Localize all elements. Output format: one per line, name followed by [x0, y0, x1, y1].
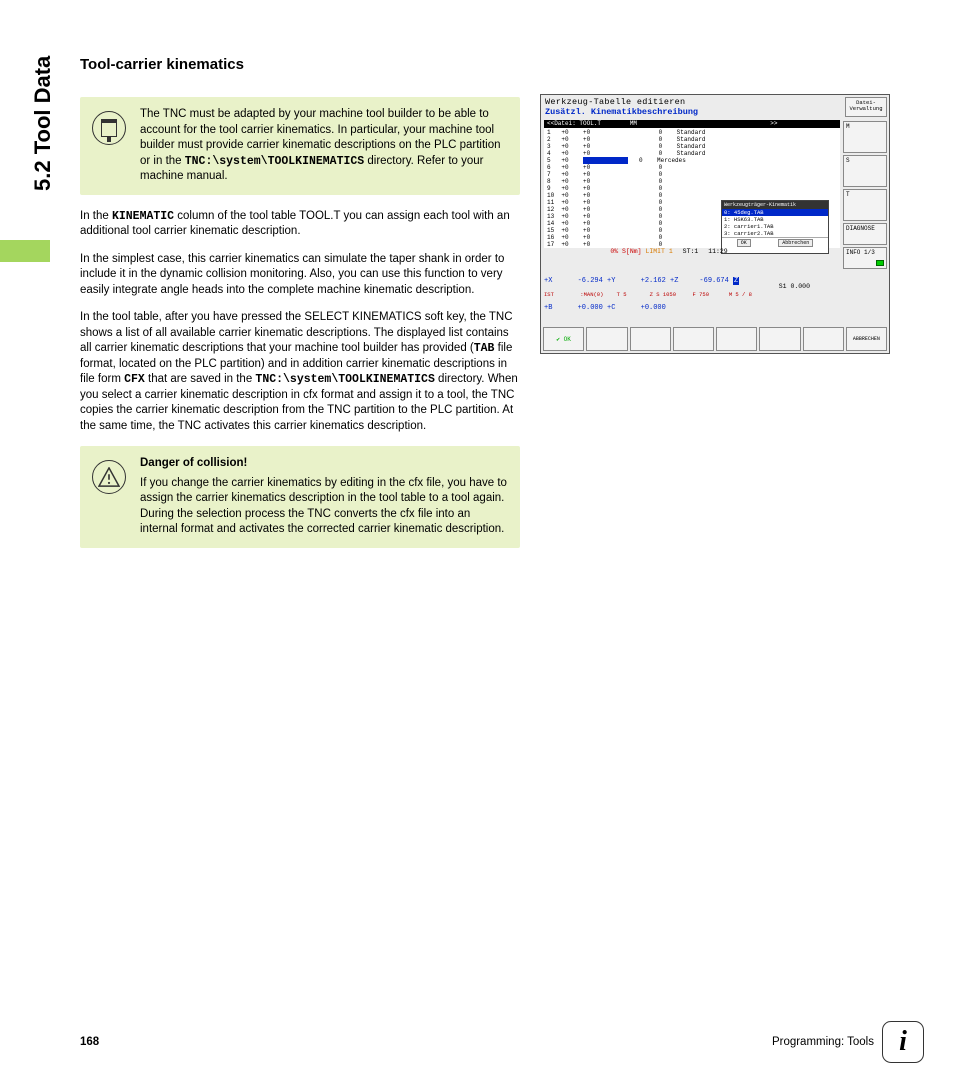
para-select-kinematics: In the tool table, after you have presse… — [80, 310, 520, 434]
side-accent — [0, 240, 50, 262]
side-button-m[interactable]: M — [843, 121, 887, 153]
scr-status-line: ________________ 0% S[Nm] LIMIT 1 ST:1 1… — [544, 248, 840, 255]
page-number: 168 — [80, 1036, 99, 1048]
softkey-empty-5[interactable] — [759, 327, 800, 351]
softkey-empty-4[interactable] — [716, 327, 757, 351]
para3-code1: TAB — [474, 342, 495, 355]
para3-code2: CFX — [124, 373, 145, 386]
main-content: Tool-carrier kinematics The TNC must be … — [80, 56, 520, 562]
table-row[interactable]: 4 +0 +0 0 Standard — [547, 150, 837, 157]
ist-line: IST :MAN(0) T 5 Z S 1050 F 750 M 5 / 8 — [544, 291, 840, 298]
softkey-ok[interactable]: ✔ OK — [543, 327, 584, 351]
spindle-readout: S1 0.000 — [544, 283, 840, 290]
scr-title-line1: Werkzeug-Tabelle editieren — [545, 97, 885, 107]
note2-body: If you change the carrier kinematics by … — [140, 476, 508, 538]
popup-ok-button[interactable]: OK — [737, 239, 751, 247]
section-side-label: 5.2 Tool Data — [28, 56, 58, 256]
page-heading: Tool-carrier kinematics — [80, 56, 520, 73]
page-footer: 168 Programming: Tools i — [80, 1021, 924, 1063]
machine-icon — [92, 111, 126, 145]
scr-bottom-bar: ✔ OK ABBRECHEN — [541, 325, 889, 353]
scr-side-buttons: MSTDIAGNOSEINFO 1/3 — [843, 121, 887, 269]
status-time: 11:29 — [708, 248, 728, 255]
popup-item[interactable]: 3: carrier2.TAB — [722, 230, 828, 237]
status-limit: LIMIT 1 — [645, 248, 672, 255]
table-row[interactable]: 2 +0 +0 0 Standard — [547, 136, 837, 143]
para-simplest-case: In the simplest case, this carrier kinem… — [80, 252, 520, 299]
status-st: ST:1 — [683, 248, 699, 255]
cnc-screenshot: Werkzeug-Tabelle editieren Zusätzl. Kine… — [540, 94, 890, 354]
para3-c: that are saved in the — [145, 373, 256, 385]
table-row[interactable]: 6 +0 +0 0 — [547, 164, 837, 171]
softkey-empty-1[interactable] — [586, 327, 627, 351]
note-machine-adapt: The TNC must be adapted by your machine … — [80, 97, 520, 195]
warning-icon — [92, 460, 126, 494]
popup-cancel-button[interactable]: Abbrechen — [778, 239, 813, 247]
scr-title-line2: Zusätzl. Kinematikbeschreibung — [545, 107, 885, 117]
para1-a: In the — [80, 210, 112, 222]
file-management-button[interactable]: Datei- Verwaltung — [845, 97, 887, 117]
popup-item[interactable]: 2: carrier1.TAB — [722, 223, 828, 230]
table-row[interactable]: 9 +0 +0 0 — [547, 185, 837, 192]
footer-label: Programming: Tools — [772, 1036, 874, 1048]
table-row[interactable]: 10 +0 +0 0 — [547, 192, 837, 199]
para-kinematic-column: In the KINEMATIC column of the tool tabl… — [80, 209, 520, 240]
side-button-info-1-3[interactable]: INFO 1/3 — [843, 247, 887, 269]
popup-title: Werkzeugträger-Kinematik — [722, 201, 828, 209]
table-row[interactable]: 8 +0 +0 0 — [547, 178, 837, 185]
note2-title: Danger of collision! — [140, 456, 508, 472]
info-icon: i — [882, 1021, 924, 1063]
note1-code: TNC:\system\TOOLKINEMATICS — [185, 155, 364, 168]
softkey-cancel[interactable]: ABBRECHEN — [846, 327, 887, 351]
side-button-s[interactable]: S — [843, 155, 887, 187]
popup-item[interactable]: 1: HSK63.TAB — [722, 216, 828, 223]
table-row[interactable]: 5 +0 0 Mercedes — [547, 157, 837, 164]
note-danger-collision: Danger of collision! If you change the c… — [80, 446, 520, 548]
table-row[interactable]: 7 +0 +0 0 — [547, 171, 837, 178]
para3-a: In the tool table, after you have presse… — [80, 311, 513, 354]
scr-file-bar: <<Datei: TOOL.T MM >> — [544, 120, 840, 128]
kinematics-popup: Werkzeugträger-Kinematik 0: 45deg.TAB 1:… — [721, 200, 829, 254]
softkey-empty-6[interactable] — [803, 327, 844, 351]
axis-line2: +B +0.000 +C +0.000 — [544, 304, 840, 313]
para1-code: KINEMATIC — [112, 210, 174, 223]
side-button-diagnose[interactable]: DIAGNOSE — [843, 223, 887, 245]
softkey-empty-3[interactable] — [673, 327, 714, 351]
para3-code3: TNC:\system\TOOLKINEMATICS — [255, 373, 434, 386]
table-row[interactable]: 3 +0 +0 0 Standard — [547, 143, 837, 150]
status-pct: 0% S[Nm] — [610, 248, 641, 255]
popup-selected-item[interactable]: 0: 45deg.TAB — [722, 209, 828, 216]
side-button-t[interactable]: T — [843, 189, 887, 221]
scr-header: Werkzeug-Tabelle editieren Zusätzl. Kine… — [541, 95, 889, 119]
softkey-empty-2[interactable] — [630, 327, 671, 351]
table-row[interactable]: 1 +0 +0 0 Standard — [547, 129, 837, 136]
